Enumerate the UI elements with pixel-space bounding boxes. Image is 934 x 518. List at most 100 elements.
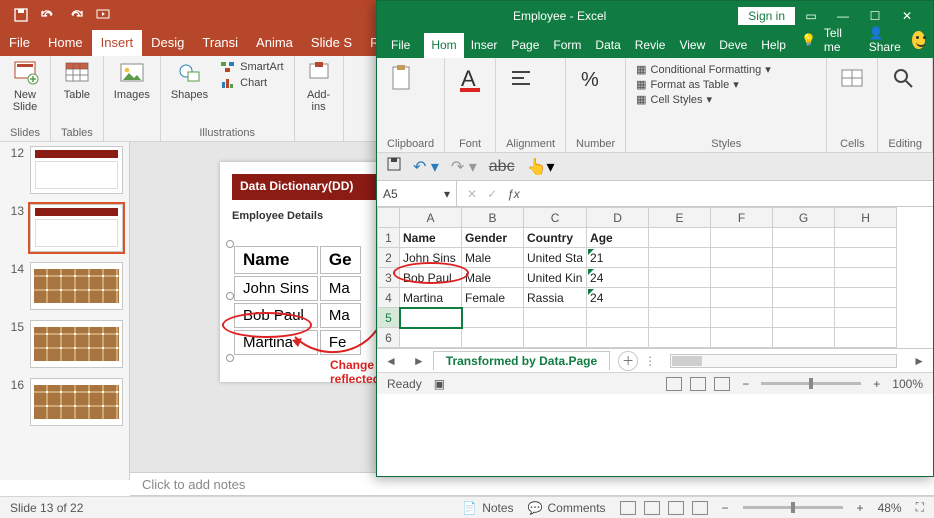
cell[interactable] [711,228,773,248]
feedback-icon[interactable] [912,31,925,49]
thumbnail-pane[interactable]: 12 13 14 15 16 [0,142,130,480]
view-buttons[interactable] [620,501,708,515]
start-slideshow-icon[interactable] [96,8,112,22]
cell[interactable]: Female [462,288,524,308]
tab-file[interactable]: File [0,30,39,56]
col-header[interactable]: G [773,208,835,228]
cell[interactable]: 24 [587,288,649,308]
cell[interactable] [773,268,835,288]
cell[interactable]: Name [400,228,462,248]
name-box[interactable]: A5▾ [377,181,457,206]
worksheet-grid[interactable]: A B C D E F G H 1 Name Gender Country Ag… [377,207,933,348]
cell[interactable] [773,328,835,348]
cell[interactable] [649,328,711,348]
notes-button[interactable]: 📄 Notes [462,501,513,515]
table-button[interactable]: Table [61,59,93,101]
selected-cell[interactable] [400,308,462,328]
paste-icon[interactable] [387,62,417,96]
cell[interactable] [773,228,835,248]
strike-icon[interactable]: abc [489,158,515,176]
row-header[interactable]: 1 [378,228,400,248]
cell-styles-button[interactable]: ▦ Cell Styles ▾ [636,92,816,107]
fit-to-window-icon[interactable]: ⛶ [916,500,924,515]
xl-tab-help[interactable]: Help [754,33,793,58]
cell[interactable] [835,228,897,248]
cell[interactable] [835,308,897,328]
tab-home[interactable]: Home [39,30,92,56]
cell[interactable] [711,268,773,288]
col-header[interactable]: C [524,208,587,228]
xl-view-buttons[interactable] [666,377,730,391]
sheet-nav-prev-icon[interactable]: ◄ [377,354,405,368]
cell[interactable] [773,288,835,308]
col-header[interactable]: A [400,208,462,228]
new-slide-button[interactable]: New Slide [10,59,40,113]
maximize-icon[interactable]: ☐ [859,9,891,23]
close-icon[interactable]: ✕ [891,9,923,23]
cell[interactable] [649,288,711,308]
touch-mode-icon[interactable]: 👆▾ [527,157,555,177]
cell[interactable]: Country [524,228,587,248]
cell[interactable]: Martina [400,288,462,308]
cell[interactable] [649,228,711,248]
cell[interactable] [587,328,649,348]
cell[interactable] [462,328,524,348]
xl-tab-developer[interactable]: Deve [712,33,754,58]
undo-icon[interactable] [40,8,56,22]
save-icon[interactable] [387,157,401,176]
fx-icon[interactable]: ƒx [507,187,520,201]
number-icon[interactable]: % [576,62,606,96]
tellme-text[interactable]: Tell me [824,26,851,54]
cell[interactable] [462,308,524,328]
tab-animations[interactable]: Anima [247,30,302,56]
cell[interactable] [649,248,711,268]
cell[interactable] [524,308,587,328]
cell[interactable]: Gender [462,228,524,248]
minimize-icon[interactable]: — [827,9,859,23]
new-sheet-icon[interactable]: ＋ [618,351,638,371]
xl-tab-formulas[interactable]: Form [546,33,588,58]
share-button[interactable]: 👤 Share [869,26,905,54]
lightbulb-icon[interactable]: 💡 [801,33,816,47]
cancel-icon[interactable]: ✕ [467,187,477,201]
redo-icon[interactable]: ↷ ▾ [451,157,477,177]
cell[interactable] [835,288,897,308]
zoom-slider[interactable] [743,506,843,509]
cell[interactable] [649,308,711,328]
cell[interactable]: United Kin [524,268,587,288]
xl-tab-insert[interactable]: Inser [464,33,505,58]
alignment-icon[interactable] [506,62,536,96]
cell[interactable] [773,308,835,328]
xl-tab-data[interactable]: Data [588,33,627,58]
cell[interactable] [835,268,897,288]
undo-icon[interactable]: ↶ ▾ [413,157,439,177]
col-header[interactable]: B [462,208,524,228]
cell[interactable] [711,328,773,348]
thumb-12[interactable]: 12 [6,146,123,194]
sheet-tab-active[interactable]: Transformed by Data.Page [433,351,610,370]
chart-button[interactable]: Chart [220,75,283,91]
cell[interactable]: Male [462,268,524,288]
tab-insert[interactable]: Insert [92,30,143,56]
xl-tab-file[interactable]: File [377,33,424,58]
xl-tab-page[interactable]: Page [504,33,546,58]
row-header[interactable]: 4 [378,288,400,308]
zoom-value[interactable]: 48% [878,501,902,515]
enter-icon[interactable]: ✓ [487,187,497,201]
smartart-button[interactable]: SmartArt [220,59,283,75]
cell[interactable]: Rassia [524,288,587,308]
cell[interactable]: 24 [587,268,649,288]
shapes-button[interactable]: Shapes [171,59,208,101]
row-header[interactable]: 2 [378,248,400,268]
tab-slideshow[interactable]: Slide S [302,30,361,56]
signin-button[interactable]: Sign in [738,7,795,25]
tab-transitions[interactable]: Transi [193,30,247,56]
cell[interactable]: Male [462,248,524,268]
cell[interactable] [773,248,835,268]
horizontal-scrollbar[interactable] [670,354,897,368]
format-as-table-button[interactable]: ▦ Format as Table ▾ [636,77,816,92]
col-header[interactable]: H [835,208,897,228]
cell[interactable] [711,248,773,268]
sheet-nav-next-icon[interactable]: ► [405,354,433,368]
xl-tab-review[interactable]: Revie [628,33,673,58]
